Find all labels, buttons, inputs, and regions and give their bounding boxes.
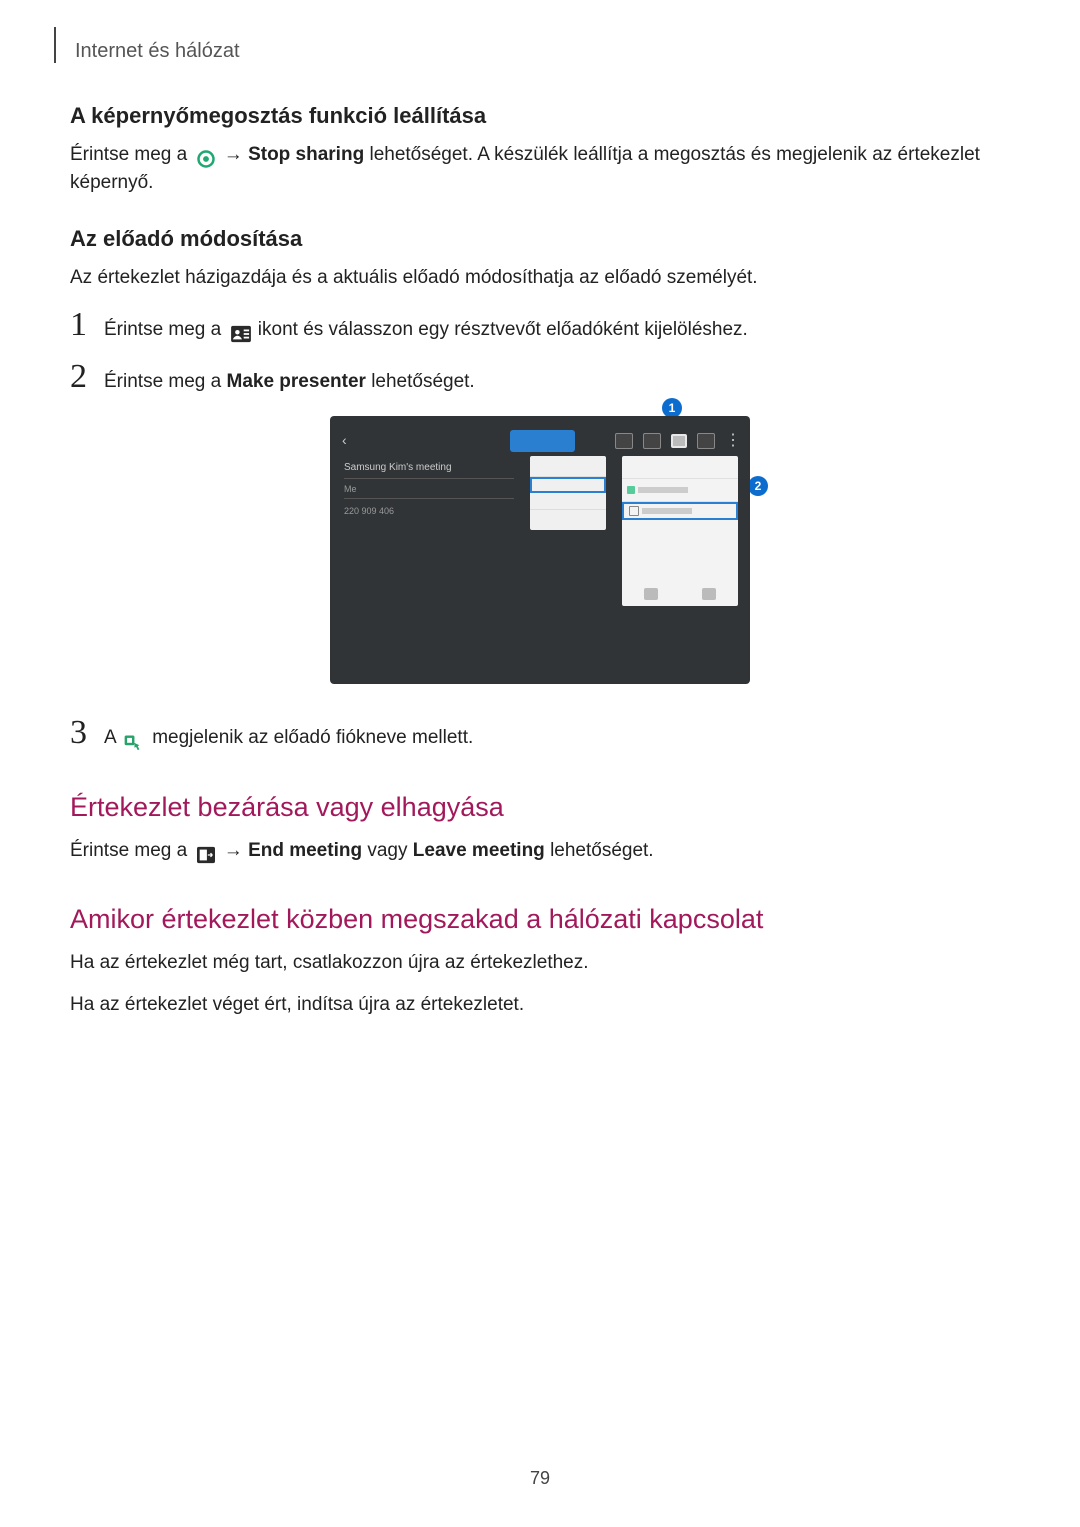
text: Érintse meg a [70, 144, 193, 165]
arrow-icon: → [224, 840, 248, 861]
back-arrow-icon: ‹ [342, 432, 347, 448]
text: ikont és válasszon egy résztvevőt előadó… [258, 319, 748, 340]
panel-icon [702, 588, 716, 600]
menu-item [530, 510, 606, 526]
page-header: Internet és hálózat [70, 40, 1010, 63]
paragraph-restart: Ha az értekezlet véget ért, indítsa újra… [70, 991, 1010, 1019]
tablet-screenshot: ‹ ⋮ Samsung Kim's meeting Me 220 909 406 [330, 416, 750, 684]
text: Érintse meg a [70, 840, 193, 861]
menu-item-highlighted [530, 477, 606, 493]
arrow-icon: → [224, 144, 248, 165]
presenter-badge-icon [123, 728, 145, 748]
paragraph-intro: Az értekezlet házigazdája és a aktuális … [70, 264, 1010, 292]
paragraph-close-leave: Érintse meg a → End meeting vagy Leave m… [70, 837, 1010, 865]
step-3: 3 A megjelenik az előadó fiókneve mellet… [70, 714, 1010, 752]
text: lehetőséget. [550, 840, 654, 861]
share-button [510, 430, 575, 452]
bold-end-meeting: End meeting [248, 840, 362, 861]
step-number: 3 [70, 714, 104, 752]
step-number: 2 [70, 358, 104, 396]
callout-2: 2 [748, 476, 768, 496]
paragraph-stop-sharing: Érintse meg a → Stop sharing lehetőséget… [70, 141, 1010, 196]
people-icon [229, 320, 251, 340]
participants-panel [622, 456, 738, 606]
meta-id: 220 909 406 [344, 506, 394, 516]
exit-door-icon [195, 841, 217, 861]
step-2: 2 Érintse meg a Make presenter lehetőség… [70, 358, 1010, 396]
step-number: 1 [70, 306, 104, 344]
figure-meeting-screenshot: 1 2 3 ‹ ⋮ Samsung Kim's meeting Me 220 9… [330, 416, 750, 684]
meeting-title: Samsung Kim's meeting [344, 462, 452, 473]
text: A [104, 727, 121, 748]
panel-header [622, 456, 738, 479]
bold-leave-meeting: Leave meeting [413, 840, 545, 861]
participant-row [622, 479, 738, 502]
text: Érintse meg a [104, 319, 227, 340]
share-circle-icon [195, 145, 217, 165]
step-1: 1 Érintse meg a ikont és válasszon egy r… [70, 306, 1010, 344]
heading-stop-sharing: A képernyőmegosztás funkció leállítása [70, 103, 1010, 129]
menu-item [530, 460, 606, 477]
panel-icon [644, 588, 658, 600]
heading-network-lost: Amikor értekezlet közben megszakad a hál… [70, 904, 1010, 935]
mic-icon [643, 433, 661, 449]
callout-1: 1 [662, 398, 682, 418]
heading-close-leave: Értekezlet bezárása vagy elhagyása [70, 792, 1010, 823]
menu-item [530, 493, 606, 510]
text: Érintse meg a [104, 371, 227, 392]
bold-make-presenter: Make presenter [227, 371, 366, 392]
context-menu [530, 456, 606, 530]
participant-row-highlighted [622, 502, 738, 520]
page-number: 79 [0, 1468, 1080, 1489]
panel-bottom-icons [622, 588, 738, 600]
heading-change-presenter: Az előadó módosítása [70, 226, 1010, 252]
text: vagy [367, 840, 412, 861]
bold-stop-sharing: Stop sharing [248, 144, 364, 165]
paragraph-reconnect: Ha az értekezlet még tart, csatlakozzon … [70, 949, 1010, 977]
camera-icon [615, 433, 633, 449]
text: lehetőséget. [371, 371, 475, 392]
exit-icon [697, 433, 715, 449]
people-box-icon [671, 434, 687, 448]
overflow-icon: ⋮ [725, 436, 741, 446]
text: megjelenik az előadó fiókneve mellett. [152, 727, 473, 748]
meta-host: Me [344, 484, 357, 494]
